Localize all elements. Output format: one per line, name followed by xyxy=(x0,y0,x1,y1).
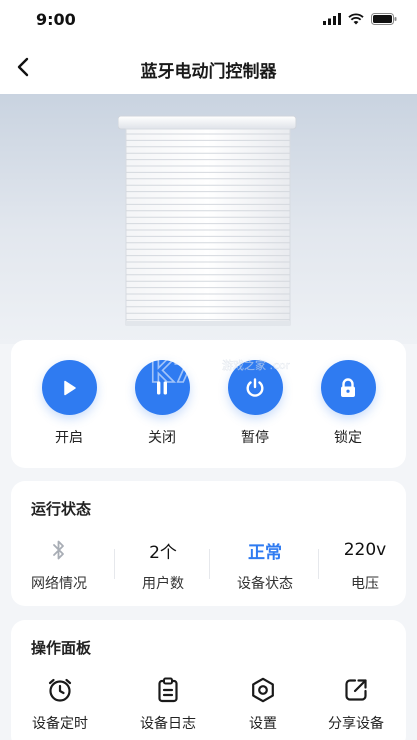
page-title: 蓝牙电动门控制器 xyxy=(140,62,277,82)
users-stat: 2个 用户数 xyxy=(118,537,208,593)
play-icon xyxy=(64,380,76,395)
panel-title: 操作面板 xyxy=(31,639,92,657)
open-button[interactable]: 开启 xyxy=(29,360,109,447)
lock-button-circle[interactable] xyxy=(320,360,376,415)
open-label: 开启 xyxy=(55,430,83,446)
device-hero-image xyxy=(0,94,417,344)
settings-label: 设置 xyxy=(249,716,277,732)
device-timer-label: 设备定时 xyxy=(32,716,88,732)
network-status-value xyxy=(14,537,104,563)
voltage-label: 电压 xyxy=(351,576,379,592)
status-bar: 9:00 xyxy=(0,0,417,40)
device-log-label: 设备日志 xyxy=(140,716,196,732)
operation-panel-card: 操作面板 设备定时 设备日志 设置 分享设备 xyxy=(11,620,406,740)
share-icon xyxy=(345,679,367,701)
bluetooth-icon xyxy=(53,540,64,560)
status-card: 运行状态 网络情况 2个 用户数 正常 设备状态 220v 电压 xyxy=(11,481,406,606)
status-time: 9:00 xyxy=(36,10,76,29)
users-value: 2个 xyxy=(149,542,177,563)
users-label: 用户数 xyxy=(142,576,184,592)
nav-bar: 蓝牙电动门控制器 xyxy=(0,40,417,94)
device-log-button[interactable]: 设备日志 xyxy=(123,676,213,733)
signal-icon xyxy=(323,13,341,25)
device-timer-button[interactable]: 设备定时 xyxy=(15,676,105,733)
settings-button[interactable]: 设置 xyxy=(218,676,308,733)
close-label: 关闭 xyxy=(148,430,176,446)
battery-icon xyxy=(371,13,397,25)
pause-button-circle[interactable] xyxy=(227,360,283,415)
device-status-value: 正常 xyxy=(248,542,282,563)
control-card: 开启 关闭 暂停 锁定 xyxy=(11,340,406,468)
network-label: 网络情况 xyxy=(31,576,87,592)
open-button-circle[interactable] xyxy=(41,360,97,415)
device-status-label: 设备状态 xyxy=(237,576,293,592)
wifi-icon xyxy=(348,13,364,25)
divider xyxy=(318,549,319,579)
network-stat: 网络情况 xyxy=(14,537,104,593)
pause-button[interactable]: 暂停 xyxy=(215,360,295,447)
lock-label: 锁定 xyxy=(334,430,362,446)
status-title: 运行状态 xyxy=(31,500,92,518)
pause-label: 暂停 xyxy=(241,430,269,446)
device-status-stat: 正常 设备状态 xyxy=(220,537,310,593)
lock-icon xyxy=(341,377,355,397)
close-button-circle[interactable] xyxy=(134,360,190,415)
status-icons xyxy=(323,12,397,26)
settings-hexagon-icon xyxy=(252,677,274,703)
lock-button[interactable]: 锁定 xyxy=(308,360,388,447)
share-device-button[interactable]: 分享设备 xyxy=(311,676,401,733)
divider xyxy=(209,549,210,579)
close-button[interactable]: 关闭 xyxy=(122,360,202,447)
pause-icon xyxy=(157,381,167,394)
roller-door-image xyxy=(118,115,297,326)
alarm-clock-icon xyxy=(48,678,72,702)
power-icon xyxy=(246,377,264,397)
voltage-value: 220v xyxy=(343,540,387,560)
share-device-label: 分享设备 xyxy=(328,716,384,732)
divider xyxy=(114,549,115,579)
clipboard-icon xyxy=(158,677,178,703)
voltage-stat: 220v 电压 xyxy=(320,537,410,593)
